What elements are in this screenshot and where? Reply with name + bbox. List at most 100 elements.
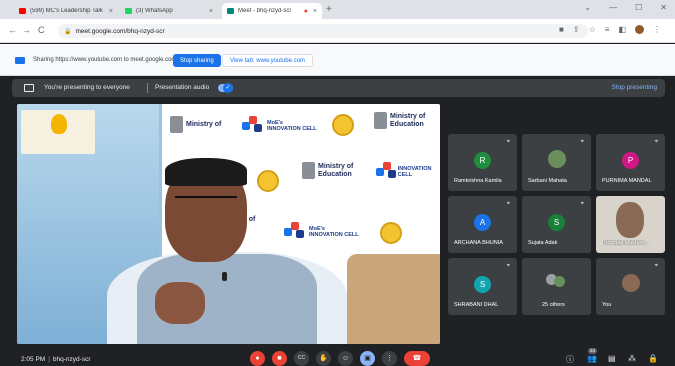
camera-in-use-icon[interactable]: ■ — [559, 25, 564, 34]
lightbulb-icon — [51, 114, 67, 134]
meeting-controls: 2:05 PM | bhq-nzyd-scr ● ■ CC ✋ ☺ ▣ ⋮ ☎ ⓘ … — [0, 348, 675, 366]
stop-sharing-button[interactable]: Stop sharing — [173, 54, 221, 67]
reload-button[interactable]: C — [38, 25, 45, 35]
stop-presenting-button[interactable]: Stop presenting — [611, 84, 657, 91]
others-avatars — [546, 274, 568, 288]
menu-icon[interactable]: ⋮ — [653, 25, 661, 34]
more-options-button[interactable]: ⋮ — [382, 351, 397, 366]
raise-hand-button[interactable]: ✋ — [316, 351, 331, 366]
address-bar[interactable]: 🔒 meet.google.com/bhq-nzyd-scr — [58, 24, 588, 38]
close-window-button[interactable]: ✕ — [660, 3, 667, 12]
meet-area: You're presenting to everyone Presentati… — [0, 77, 675, 366]
screen-share-icon — [15, 57, 25, 64]
close-icon[interactable]: × — [209, 8, 213, 15]
innovation-cell-icon — [376, 162, 396, 182]
glasses — [175, 196, 237, 204]
activities-icon[interactable]: ⁂ — [628, 354, 636, 363]
close-icon[interactable]: × — [313, 8, 317, 15]
meet-icon — [227, 8, 234, 14]
pin-icon[interactable]: ⌖ — [581, 139, 584, 146]
avatar — [622, 274, 640, 292]
presentation-bar: You're presenting to everyone Presentati… — [12, 79, 665, 97]
tab-title: Meet - bhq-nzyd-scr — [238, 8, 292, 14]
new-tab-button[interactable]: + — [326, 4, 332, 15]
end-call-button[interactable]: ☎ — [404, 351, 430, 366]
mic-button[interactable]: ● — [250, 351, 265, 366]
tab-title: (3) WhatsApp — [136, 8, 173, 14]
emblem-icon — [374, 112, 387, 129]
forward-button[interactable]: → — [22, 25, 31, 35]
participant-tile[interactable]: ⌖ R Ramkrishna Kamila — [448, 134, 517, 191]
participant-tile[interactable]: Principal Mukheri... — [596, 196, 665, 253]
check-icon: ✓ — [223, 83, 233, 93]
presentation-audio-toggle[interactable]: ✓ — [218, 83, 233, 93]
window-controls: ⌄ — ☐ ✕ — [584, 3, 667, 12]
lock-icon[interactable]: 🔒 — [64, 28, 71, 35]
participant-tile[interactable]: ⌖ P PURNIMA MANDAL — [596, 134, 665, 191]
toolbar-icons: ■ ⇪ ☆ ≡ ◧ ⋮ — [559, 25, 661, 34]
channel-logo — [21, 110, 95, 154]
captions-button[interactable]: CC — [294, 351, 309, 366]
avatar: A — [474, 214, 491, 231]
tab-search-icon[interactable]: ⌄ — [584, 3, 591, 12]
bookmark-star-icon[interactable]: ☆ — [589, 25, 596, 34]
back-button[interactable]: ← — [8, 25, 17, 35]
pin-icon[interactable]: ⌖ — [507, 263, 510, 270]
emoji-button[interactable]: ☺ — [338, 351, 353, 366]
camera-button[interactable]: ■ — [272, 351, 287, 366]
pin-icon[interactable]: ⌖ — [655, 139, 658, 146]
people-icon[interactable]: 34 👥 — [587, 348, 598, 363]
recording-dot-icon: ● — [303, 7, 308, 15]
presenting-status: You're presenting to everyone — [44, 84, 130, 91]
participant-name: Principal Mukheri... — [602, 240, 649, 246]
participant-name: Sujata Adak — [528, 240, 558, 246]
minimize-button[interactable]: — — [609, 3, 617, 12]
present-button[interactable]: ▣ — [360, 351, 375, 366]
participant-tile-self[interactable]: ⌖ You — [596, 258, 665, 315]
avatar: S — [474, 276, 491, 293]
participant-tile[interactable]: ⌖ S Sujata Adak — [522, 196, 591, 253]
pin-icon[interactable]: ⌖ — [655, 263, 658, 270]
avatar — [548, 150, 566, 168]
meeting-code: bhq-nzyd-scr — [52, 356, 91, 363]
sharing-text: Sharing https://www.youtube.com to meet.… — [33, 57, 177, 63]
participant-tile[interactable]: ⌖ Sarbani Mahata — [522, 134, 591, 191]
browser-tab-strip: (599) MC's Leadership Talk × (3) WhatsAp… — [0, 0, 675, 19]
aicte-logo — [332, 114, 354, 136]
participant-name: Ramkrishna Kamila — [454, 178, 502, 184]
shared-video[interactable]: Ministry of MoE's INNOVATION CELL Ministr… — [17, 104, 440, 344]
participant-video — [616, 202, 644, 238]
participant-tile[interactable]: ⌖ A ARCHANA BHUNIA — [448, 196, 517, 253]
tab-youtube[interactable]: (599) MC's Leadership Talk × — [14, 3, 118, 19]
innovation-cell-icon — [242, 116, 264, 136]
browser-toolbar: ← → C 🔒 meet.google.com/bhq-nzyd-scr ■ ⇪… — [0, 19, 675, 43]
chat-icon[interactable]: ▤ — [608, 354, 616, 363]
share-icon[interactable]: ⇪ — [573, 25, 580, 34]
participant-name: 25 others — [542, 302, 565, 308]
participant-tile[interactable]: ⌖ S SHRABANI DHAL — [448, 258, 517, 315]
view-tab-button[interactable]: View tab: www.youtube.com — [222, 54, 313, 67]
side-panel-icon[interactable]: ◧ — [618, 25, 626, 34]
profile-avatar[interactable] — [635, 25, 644, 34]
tab-meet[interactable]: Meet - bhq-nzyd-scr ● × — [222, 3, 322, 19]
tab-whatsapp[interactable]: (3) WhatsApp × — [120, 3, 218, 19]
maximize-button[interactable]: ☐ — [635, 3, 642, 12]
pin-icon[interactable]: ⌖ — [507, 201, 510, 208]
meeting-time: 2:05 PM — [21, 356, 46, 363]
avatar: R — [474, 152, 491, 169]
participant-name: You — [602, 302, 612, 308]
pin-icon[interactable]: ⌖ — [507, 139, 510, 146]
innovation-cell-logo: INNOVATION CELL — [376, 162, 440, 182]
avatar: P — [622, 152, 639, 169]
aicte-logo — [380, 222, 402, 244]
close-icon[interactable]: × — [109, 8, 113, 15]
others-tile[interactable]: 25 others — [522, 258, 591, 315]
avatar: S — [548, 214, 565, 231]
emblem-icon — [170, 116, 183, 133]
pin-icon[interactable]: ⌖ — [581, 201, 584, 208]
info-icon[interactable]: ⓘ — [566, 354, 574, 365]
tab-title: (599) MC's Leadership Talk — [30, 8, 103, 14]
participant-name: Sarbani Mahata — [528, 178, 567, 184]
host-controls-icon[interactable]: 🔒 — [648, 354, 658, 363]
reading-list-icon[interactable]: ≡ — [605, 25, 610, 34]
